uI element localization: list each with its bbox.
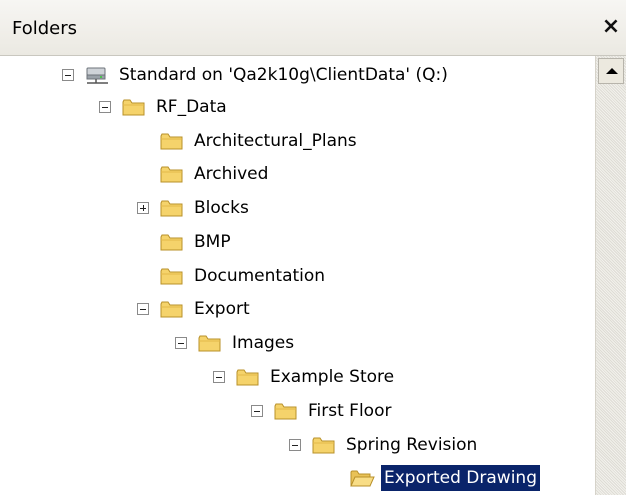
folder-icon — [160, 301, 183, 318]
tree-node-label[interactable]: Architectural_Plans — [191, 128, 360, 154]
tree-node-rf-data[interactable]: RF_Data — [99, 91, 230, 123]
network-drive-icon — [86, 67, 108, 84]
folder-icon — [312, 437, 335, 454]
collapse-toggle[interactable] — [99, 101, 111, 113]
tree-node-images[interactable]: Images — [175, 327, 297, 359]
collapse-toggle[interactable] — [175, 337, 187, 349]
tree-node-label[interactable]: Spring Revision — [343, 432, 480, 458]
tree-node-exported-drawing[interactable]: Exported Drawing — [327, 462, 540, 494]
tree-node-archived[interactable]: Archived — [137, 158, 271, 190]
folder-icon — [160, 200, 183, 217]
folder-icon — [160, 166, 183, 183]
folder-icon — [160, 234, 183, 251]
tree-node-label[interactable]: Archived — [191, 161, 271, 187]
folders-panel-header: Folders × — [0, 0, 626, 56]
collapse-toggle[interactable] — [62, 69, 74, 81]
panel-title: Folders — [12, 18, 78, 39]
tree-node-label[interactable]: First Floor — [305, 398, 394, 424]
folder-icon — [160, 268, 183, 285]
tree-node-spring-revision[interactable]: Spring Revision — [289, 429, 480, 461]
folder-icon — [160, 133, 183, 150]
tree-node-blocks[interactable]: Blocks — [137, 192, 252, 224]
tree-node-label[interactable]: Blocks — [191, 195, 252, 221]
collapse-toggle[interactable] — [289, 439, 301, 451]
folder-tree: Standard on 'Qa2k10g\ClientData' (Q:) RF… — [0, 56, 595, 495]
folder-icon — [236, 369, 259, 386]
collapse-toggle[interactable] — [137, 303, 149, 315]
folder-icon — [122, 99, 145, 116]
open-folder-icon — [350, 470, 375, 487]
tree-node-bmp[interactable]: BMP — [137, 226, 234, 258]
folder-icon — [198, 335, 221, 352]
tree-node-label[interactable]: Standard on 'Qa2k10g\ClientData' (Q:) — [116, 62, 451, 88]
tree-node-first-floor[interactable]: First Floor — [251, 395, 394, 427]
collapse-toggle[interactable] — [213, 371, 225, 383]
scroll-up-arrow-icon[interactable] — [598, 58, 624, 84]
expand-toggle[interactable] — [137, 202, 149, 214]
tree-node-example-store[interactable]: Example Store — [213, 361, 397, 393]
tree-node-label[interactable]: RF_Data — [153, 94, 230, 120]
collapse-toggle[interactable] — [251, 405, 263, 417]
tree-node-label[interactable]: Example Store — [267, 364, 397, 390]
tree-node-label[interactable]: Documentation — [191, 263, 328, 289]
tree-node-export[interactable]: Export — [137, 293, 253, 325]
folder-icon — [274, 403, 297, 420]
tree-node-label[interactable]: Images — [229, 330, 297, 356]
tree-node-label-selected[interactable]: Exported Drawing — [381, 465, 540, 491]
tree-node-architectural-plans[interactable]: Architectural_Plans — [137, 125, 360, 157]
tree-node-label[interactable]: BMP — [191, 229, 234, 255]
vertical-scrollbar[interactable] — [595, 56, 626, 495]
close-icon[interactable]: × — [600, 14, 622, 40]
tree-node-documentation[interactable]: Documentation — [137, 260, 328, 292]
tree-node-standard-drive[interactable]: Standard on 'Qa2k10g\ClientData' (Q:) — [62, 59, 451, 91]
tree-node-label[interactable]: Export — [191, 296, 253, 322]
